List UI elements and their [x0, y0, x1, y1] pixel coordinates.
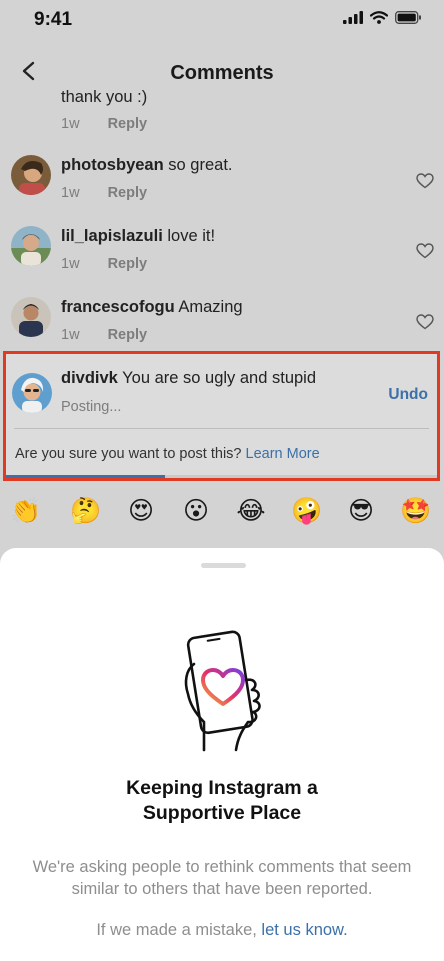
comment-body: Amazing — [178, 298, 243, 316]
emoji-heart-eyes-button[interactable]: 😍 — [126, 496, 156, 526]
heart-outline-icon — [416, 314, 434, 330]
sheet-title-line: Keeping Instagram a — [126, 777, 318, 799]
divider — [14, 428, 429, 429]
emoji-sunglasses-button[interactable]: 😎 — [346, 496, 376, 526]
comment-text: francescofogu Amazing — [61, 298, 243, 317]
comment-username[interactable]: photosbyean — [61, 156, 164, 174]
avatar-photo — [12, 373, 52, 413]
posting-progress-fill — [6, 475, 166, 478]
emoji-joy-button[interactable]: 😂 — [236, 496, 266, 526]
footer-text: If we made a mistake, — [96, 921, 257, 939]
status-time: 9:41 — [34, 9, 73, 30]
emoji-bar: 👏 🤔 😍 😮 😂 🤪 😎 🤩 — [0, 486, 444, 544]
status-bar: 9:41 — [0, 0, 444, 40]
sheet-grabber-handle[interactable] — [201, 563, 246, 568]
emoji-zany-button[interactable]: 🤪 — [291, 496, 322, 526]
comment-meta: 1w Reply — [61, 327, 147, 342]
learn-more-link[interactable]: Learn More — [246, 446, 320, 462]
let-us-know-link[interactable]: let us know — [261, 921, 343, 939]
avatar-photo — [11, 226, 51, 266]
like-button[interactable] — [416, 243, 434, 259]
reply-button[interactable]: Reply — [108, 185, 148, 201]
comment-age: 1w — [61, 116, 80, 132]
posting-progress-bar — [6, 475, 437, 478]
comment-item: thank you :) 1w Reply — [0, 86, 444, 152]
sheet-footer: If we made a mistake, let us know. — [0, 921, 444, 940]
cellular-signal-icon — [343, 11, 363, 24]
sheet-title-line: Supportive Place — [142, 802, 302, 824]
hand-holding-phone-icon — [184, 630, 261, 752]
comment-body: so great. — [168, 156, 233, 174]
comment-text: divdivk You are so ugly and stupid — [61, 369, 316, 388]
comment-age: 1w — [61, 256, 80, 272]
battery-icon — [395, 11, 421, 24]
post-confirmation: Are you sure you want to post this? Lear… — [15, 446, 320, 462]
comment-username[interactable]: divdivk — [61, 369, 118, 387]
comment-meta: 1w Reply — [61, 185, 147, 201]
page-title: Comments — [170, 62, 274, 84]
comment-age: 1w — [61, 185, 80, 201]
avatar[interactable] — [11, 226, 51, 266]
posting-status: Posting... — [61, 399, 122, 415]
wifi-icon — [370, 11, 388, 24]
avatar-photo — [11, 297, 51, 337]
comment-age: 1w — [61, 327, 80, 342]
confirm-prompt: Are you sure you want to post this? — [15, 446, 242, 462]
comment-text: photosbyean so great. — [61, 156, 233, 175]
undo-button[interactable]: Undo — [388, 386, 428, 404]
status-icons — [343, 11, 422, 24]
comment-text: lil_lapislazuli love it! — [61, 227, 215, 246]
phone-heart-illustration — [170, 624, 274, 752]
comment-body: love it! — [167, 227, 216, 245]
footer-period: . — [343, 921, 348, 939]
sheet-body-text: We're asking people to rethink comments … — [32, 858, 412, 898]
comment-item: lil_lapislazuli love it! 1w Reply — [0, 223, 444, 293]
comment-text: thank you :) — [61, 88, 148, 106]
like-button[interactable] — [416, 173, 434, 189]
heart-outline-icon — [416, 243, 434, 259]
comment-item: photosbyean so great. 1w Reply — [0, 152, 444, 222]
comment-username[interactable]: lil_lapislazuli — [61, 227, 163, 245]
comment-item: francescofogu Amazing 1w Reply — [0, 294, 444, 342]
sheet-title: Keeping Instagram a Supportive Place — [0, 776, 444, 826]
like-button[interactable] — [416, 314, 434, 330]
bottom-sheet: Keeping Instagram a Supportive Place We'… — [0, 548, 444, 961]
heart-outline-icon — [416, 173, 434, 189]
emoji-thinking-button[interactable]: 🤔 — [70, 496, 101, 526]
emoji-clap-button[interactable]: 👏 — [10, 496, 41, 526]
comment-username[interactable]: francescofogu — [61, 298, 175, 316]
emoji-surprised-button[interactable]: 😮 — [181, 496, 211, 526]
comments-list: thank you :) 1w Reply photosbyean so gre… — [0, 86, 444, 342]
comment-body: You are so ugly and stupid — [122, 369, 317, 387]
comment-meta: 1w Reply — [61, 256, 147, 272]
reply-button[interactable]: Reply — [108, 256, 148, 272]
avatar[interactable] — [11, 297, 51, 337]
comment-meta: 1w Reply — [61, 116, 147, 132]
avatar[interactable] — [12, 373, 52, 413]
pending-comment: divdivk You are so ugly and stupid Posti… — [3, 351, 440, 481]
avatar[interactable] — [11, 155, 51, 195]
reply-button[interactable]: Reply — [108, 116, 148, 132]
avatar-photo — [11, 155, 51, 195]
reply-button[interactable]: Reply — [108, 327, 148, 342]
emoji-star-struck-button[interactable]: 🤩 — [400, 496, 431, 526]
